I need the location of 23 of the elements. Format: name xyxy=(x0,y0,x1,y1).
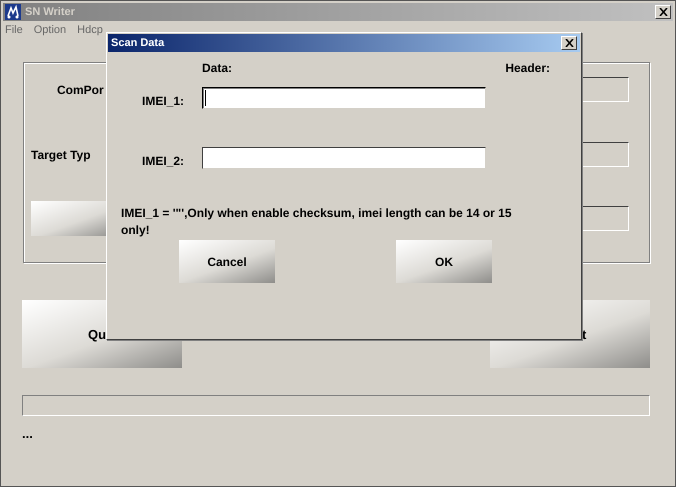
field-label: IMEI_1: xyxy=(142,93,186,108)
input-field[interactable] xyxy=(202,147,486,169)
button[interactable]: OK xyxy=(396,240,492,283)
dialog-title: Scan Data xyxy=(111,37,166,49)
field-label: IMEI_2: xyxy=(142,153,186,168)
button[interactable]: Cancel xyxy=(179,240,275,283)
message-text: IMEI_1 = '"',Only when enable checksum, imei length can be 14 or 15 only! xyxy=(121,205,513,239)
column-header: Header: xyxy=(505,61,550,75)
menu-item[interactable]: Hdcp xyxy=(77,24,103,36)
status-text: ... xyxy=(22,426,34,441)
menu-item[interactable]: Option xyxy=(34,24,66,36)
close-button[interactable] xyxy=(655,5,671,19)
close-icon xyxy=(564,39,574,47)
field-label: Target Typ xyxy=(31,148,91,162)
window-title: SN Writer xyxy=(25,6,76,18)
close-icon xyxy=(658,8,668,16)
menu-item[interactable]: File xyxy=(5,24,23,36)
text-cursor xyxy=(205,90,206,106)
close-button[interactable] xyxy=(561,36,577,50)
app-icon xyxy=(5,4,21,20)
input-field[interactable] xyxy=(202,87,486,109)
field-label: ComPor xyxy=(57,82,104,96)
column-header: Data: xyxy=(202,61,232,75)
